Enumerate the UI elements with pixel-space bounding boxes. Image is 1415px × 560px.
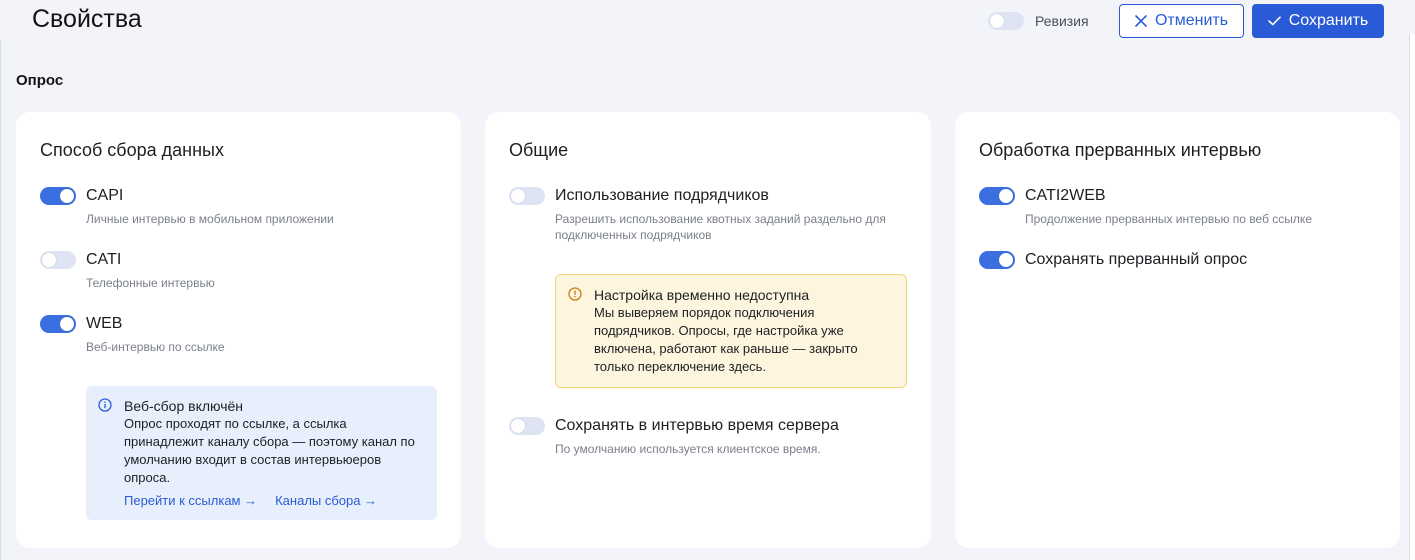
option-label: Сохранять в интервью время сервера (555, 417, 839, 434)
server-time-toggle[interactable] (509, 417, 545, 435)
option-cati: CATI Телефонные интервью (40, 250, 437, 291)
option-description: Личные интервью в мобильном приложении (86, 212, 334, 226)
option-row: Сохранять в интервью время сервера (509, 416, 907, 436)
header: Свойства Ревизия Отменить Сохранить (0, 0, 1400, 42)
cati-toggle[interactable] (40, 251, 76, 269)
toggle-knob (511, 419, 525, 433)
option-cati2web: CATI2WEB Продолжение прерванных интервью… (979, 186, 1376, 227)
option-description: Телефонные интервью (86, 276, 215, 290)
cancel-button[interactable]: Отменить (1119, 4, 1244, 38)
cancel-button-label: Отменить (1154, 12, 1229, 29)
option-description: Продолжение прерванных интервью по веб с… (1025, 212, 1312, 226)
card-title: Способ сбора данных (40, 140, 224, 160)
option-label: Использование подрядчиков (555, 187, 769, 204)
save-interrupted-toggle[interactable] (979, 251, 1015, 269)
save-button[interactable]: Сохранить (1252, 4, 1384, 38)
web-toggle[interactable] (40, 315, 76, 333)
warning-note-text: Мы выверяем порядок подключения подрядчи… (594, 305, 858, 374)
scrollbar-track[interactable] (1409, 34, 1415, 560)
info-icon (98, 398, 112, 412)
info-note-links: Перейти к ссылкам → Каналы сбора → (124, 492, 423, 510)
option-row: WEB (40, 314, 437, 334)
option-server-time: Сохранять в интервью время сервера По ум… (509, 416, 907, 457)
info-note-text: Опрос проходят по ссылке, а ссылка прина… (124, 416, 415, 485)
option-web: WEB Веб-интервью по ссылке (40, 314, 437, 355)
option-description: По умолчанию используется клиентское вре… (555, 442, 821, 456)
option-label: CATI2WEB (1025, 187, 1106, 204)
option-description: Веб-интервью по ссылке (86, 340, 225, 354)
collection-method-card: Способ сбора данных CAPI Личные интервью… (16, 112, 461, 548)
option-label: CAPI (86, 187, 124, 204)
option-row: CATI2WEB (979, 186, 1376, 206)
revision-switch[interactable]: Ревизия (988, 11, 1089, 31)
info-note-title: Веб-сбор включён (124, 398, 244, 414)
toggle-knob (60, 189, 74, 203)
close-icon (1135, 15, 1147, 27)
contractors-toggle[interactable] (509, 187, 545, 205)
option-save-interrupted: Сохранять прерванный опрос (979, 250, 1376, 270)
revision-label: Ревизия (1035, 13, 1089, 29)
web-collection-info-note: Веб-сбор включён Опрос проходят по ссылк… (86, 386, 437, 520)
cati2web-toggle[interactable] (979, 187, 1015, 205)
check-icon (1267, 16, 1281, 26)
toggle-knob (42, 253, 56, 267)
option-description: Разрешить использование квотных заданий … (555, 212, 886, 242)
option-row: Сохранять прерванный опрос (979, 250, 1376, 270)
go-to-links-link[interactable]: Перейти к ссылкам → (124, 492, 257, 510)
option-label: CATI (86, 251, 122, 268)
toggle-knob (999, 189, 1013, 203)
warning-icon (568, 287, 582, 301)
toggle-knob (511, 189, 525, 203)
page-title: Свойства (32, 5, 142, 33)
option-row: Использование подрядчиков (509, 186, 907, 206)
option-label: Сохранять прерванный опрос (1025, 251, 1248, 268)
general-card: Общие Использование подрядчиков Разрешит… (485, 112, 931, 548)
properties-page: Свойства Ревизия Отменить Сохранить Опро… (0, 0, 1415, 560)
left-panel-edge (0, 40, 3, 560)
save-button-label: Сохранить (1288, 12, 1369, 29)
toggle-knob (999, 253, 1013, 267)
card-title: Обработка прерванных интервью (979, 140, 1262, 160)
toggle-knob (990, 14, 1004, 28)
option-contractors: Использование подрядчиков Разрешить испо… (509, 186, 907, 243)
toggle-knob (60, 317, 74, 331)
option-row: CATI (40, 250, 437, 270)
revision-toggle[interactable] (988, 12, 1024, 30)
warning-note-title: Настройка временно недоступна (594, 287, 810, 303)
setting-unavailable-warning: Настройка временно недоступна Мы выверяе… (555, 274, 907, 388)
capi-toggle[interactable] (40, 187, 76, 205)
option-label: WEB (86, 315, 123, 332)
card-title: Общие (509, 140, 569, 160)
collection-channels-link[interactable]: Каналы сбора → (275, 492, 377, 510)
option-row: CAPI (40, 186, 437, 206)
interrupted-interviews-card: Обработка прерванных интервью CATI2WEB П… (955, 112, 1400, 548)
section-title: Опрос (16, 72, 64, 89)
option-capi: CAPI Личные интервью в мобильном приложе… (40, 186, 437, 227)
